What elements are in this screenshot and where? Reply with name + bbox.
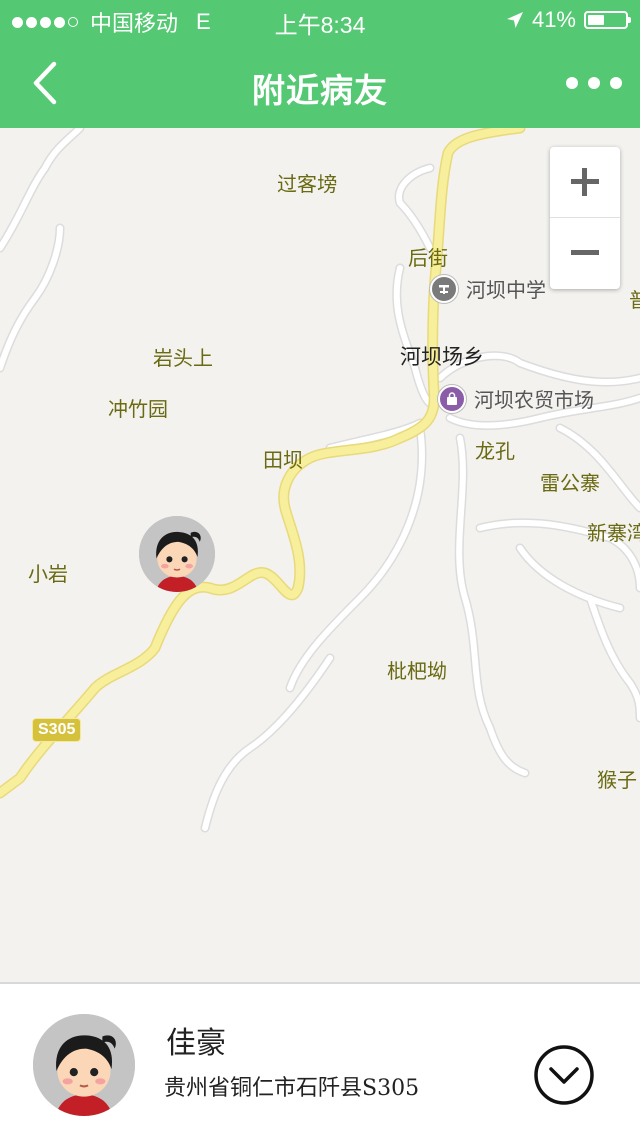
avatar-icon	[139, 516, 215, 592]
status-right: 41%	[506, 7, 631, 33]
shopping-bag-icon	[438, 384, 466, 413]
poi-market[interactable]: 河坝农贸市场	[438, 384, 594, 413]
battery-percent: 41%	[531, 7, 576, 32]
page-title: 附近病友	[252, 71, 388, 110]
more-dot	[566, 77, 578, 89]
chevron-down-circle-icon	[534, 1045, 594, 1105]
more-dot	[588, 77, 600, 89]
map-label: 岩头上	[153, 346, 213, 370]
map-label: 龙孔	[475, 439, 515, 463]
status-bar: 中国移动 E 上午8:34 41%	[0, 0, 640, 40]
expand-button[interactable]	[533, 1044, 595, 1106]
map-label: 新寨湾	[587, 521, 640, 545]
map-label: 小岩	[28, 562, 68, 586]
poi-label: 河坝中学	[466, 278, 546, 302]
battery-icon	[584, 11, 631, 29]
user-name: 佳豪	[166, 1026, 226, 1061]
more-dot	[610, 77, 622, 89]
map-label: 冲竹园	[108, 397, 168, 421]
user-card[interactable]: 佳豪 贵州省铜仁市石阡县S305	[0, 982, 640, 1136]
map-label: 枇杷坳	[387, 659, 447, 683]
zoom-control	[550, 147, 620, 289]
map-label: 猴子	[597, 768, 637, 792]
school-icon	[430, 274, 458, 303]
user-address: 贵州省铜仁市石阡县S305	[164, 1076, 420, 1101]
map-label: 过客塝	[277, 172, 337, 196]
nav-bar: 附近病友	[0, 40, 640, 128]
map-label: 后街	[408, 246, 448, 270]
location-arrow-icon	[506, 12, 523, 28]
zoom-out-button[interactable]	[550, 218, 620, 288]
plus-icon	[571, 168, 599, 196]
avatar	[33, 1014, 135, 1116]
avatar-icon	[33, 1014, 135, 1116]
map-view[interactable]: 过客塝 后街 岩头上 冲竹园 河坝场乡 田坝 龙孔 雷公寨 新寨湾 小岩 枇杷坳…	[0, 128, 640, 982]
more-button[interactable]	[566, 68, 622, 98]
minus-icon	[571, 239, 599, 267]
user-location-marker[interactable]	[139, 516, 215, 592]
poi-school[interactable]: 河坝中学	[430, 274, 546, 303]
map-label: 普	[629, 288, 640, 312]
poi-label: 河坝农贸市场	[474, 388, 594, 412]
road-network	[0, 128, 640, 833]
zoom-in-button[interactable]	[550, 147, 620, 218]
map-label: 田坝	[263, 448, 303, 472]
map-label-town: 河坝场乡	[400, 345, 484, 369]
map-label: 雷公寨	[540, 471, 600, 495]
road-shield: S305	[32, 718, 82, 742]
